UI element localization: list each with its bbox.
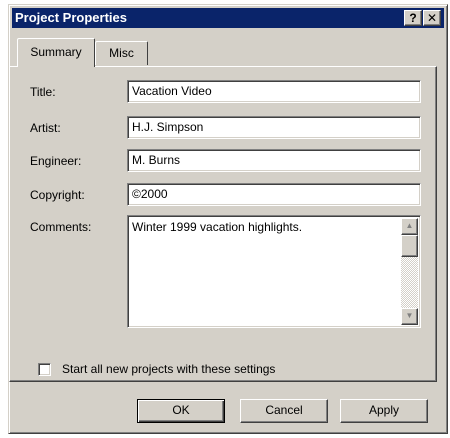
scroll-thumb[interactable] <box>401 235 418 257</box>
title-label: Title: <box>30 85 56 99</box>
artist-field[interactable]: H.J. Simpson <box>127 116 421 139</box>
start-new-projects-label: Start all new projects with these settin… <box>62 362 276 376</box>
dialog-title: Project Properties <box>15 10 127 25</box>
copyright-field[interactable]: ©2000 <box>127 183 421 206</box>
apply-button[interactable]: Apply <box>340 399 428 423</box>
help-icon: ? <box>409 11 417 25</box>
tab-misc[interactable]: Misc <box>95 41 148 65</box>
arrow-up-icon: ▲ <box>405 221 414 230</box>
comments-textarea[interactable]: Winter 1999 vacation highlights. ▲ ▼ <box>127 215 421 328</box>
comments-label: Comments: <box>30 220 92 234</box>
copyright-label: Copyright: <box>30 188 85 202</box>
title-bar[interactable]: Project Properties ? ✕ <box>12 8 444 28</box>
tab-summary[interactable]: Summary <box>17 38 95 67</box>
close-button[interactable]: ✕ <box>423 10 441 26</box>
engineer-label: Engineer: <box>30 154 82 168</box>
start-new-projects-checkbox[interactable] <box>38 363 51 376</box>
help-button[interactable]: ? <box>404 10 422 26</box>
cancel-button[interactable]: Cancel <box>240 399 328 423</box>
ok-button[interactable]: OK <box>137 399 225 423</box>
scroll-down-button[interactable]: ▼ <box>401 308 418 325</box>
scroll-up-button[interactable]: ▲ <box>401 218 418 235</box>
arrow-down-icon: ▼ <box>405 311 414 320</box>
title-field[interactable]: Vacation Video <box>127 80 421 103</box>
comments-text: Winter 1999 vacation highlights. <box>132 220 303 234</box>
artist-label: Artist: <box>30 121 61 135</box>
engineer-field[interactable]: M. Burns <box>127 149 421 172</box>
comments-scrollbar[interactable]: ▲ ▼ <box>401 218 418 325</box>
close-icon: ✕ <box>426 11 438 25</box>
